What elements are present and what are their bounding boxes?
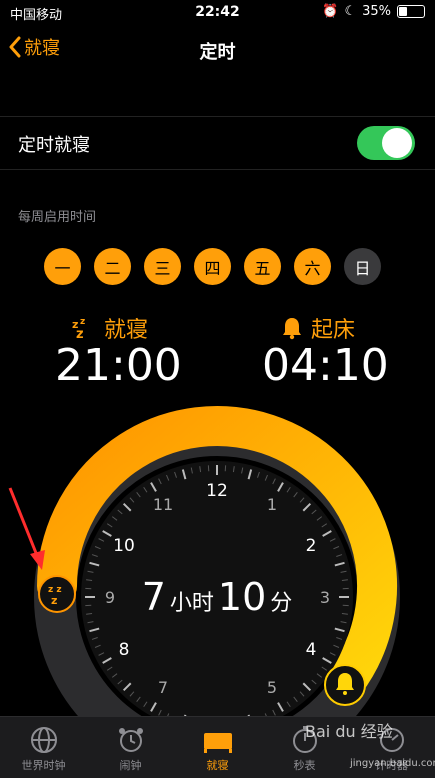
tab-bedtime-label: 就寝 (207, 759, 229, 772)
day-sunday[interactable]: 日 (344, 248, 381, 285)
toggle-knob (382, 128, 412, 158)
day-thursday[interactable]: 四 (194, 248, 231, 285)
section-title: 每周启用时间 (18, 206, 96, 225)
day-tuesday[interactable]: 二 (94, 248, 131, 285)
battery-icon (397, 5, 425, 18)
clock-number-11: 11 (153, 495, 173, 514)
tab-stopwatch-label: 秒表 (294, 759, 316, 772)
watermark-url: jingyan.baidu.com (350, 758, 435, 769)
clock-number-3: 3 (320, 588, 330, 607)
duration-minutes: 10 (218, 575, 266, 619)
schedule-label: 定时就寝 (18, 131, 90, 157)
clock-number-10: 10 (113, 536, 135, 556)
duration-minutes-unit: 分 (270, 591, 292, 616)
watermark-brand: Bai du 经验 (305, 718, 393, 742)
annotation-arrow (10, 488, 45, 570)
duration-hours: 7 (142, 575, 166, 619)
schedule-row: 定时就寝 (0, 116, 435, 170)
day-friday[interactable]: 五 (244, 248, 281, 285)
clock-number-7: 7 (158, 678, 168, 697)
bell-icon (281, 316, 303, 340)
bed-icon (201, 725, 235, 755)
clock-number-9: 9 (105, 588, 115, 607)
bedtime-time[interactable]: 21:00 (55, 340, 182, 391)
clock-number-5: 5 (267, 678, 277, 697)
status-right: ⏰ ☾ 35% (322, 4, 425, 19)
tab-world-clock[interactable]: 世界时钟 (0, 717, 87, 778)
moon-icon: ☾ (344, 4, 356, 19)
schedule-toggle[interactable] (357, 126, 415, 160)
wake-time[interactable]: 04:10 (262, 340, 389, 391)
day-saturday[interactable]: 六 (294, 248, 331, 285)
alarm-status-icon: ⏰ (322, 4, 338, 19)
navigation-bar: 就寝 定时 (0, 26, 435, 74)
svg-text:z: z (76, 327, 84, 340)
wake-handle[interactable] (325, 665, 365, 705)
globe-icon (29, 725, 59, 755)
clock-number-4: 4 (306, 640, 317, 660)
day-wednesday[interactable]: 三 (144, 248, 181, 285)
tab-alarm[interactable]: 闹钟 (87, 717, 174, 778)
zzz-icon: z z z (72, 316, 96, 340)
tab-bedtime[interactable]: 就寝 (174, 717, 261, 778)
sleep-clock-dial: 12 1 2 3 4 5 7 8 9 10 11 7小时10分 z z z (0, 390, 435, 720)
svg-text:z: z (51, 594, 57, 607)
day-monday[interactable]: 一 (44, 248, 81, 285)
day-selector: 一 二 三 四 五 六 日 (44, 248, 381, 285)
clock-number-8: 8 (119, 640, 130, 660)
clock-number-1: 1 (267, 495, 277, 514)
clock-number-2: 2 (306, 536, 317, 556)
duration-hours-unit: 小时 (170, 591, 214, 616)
page-title: 定时 (0, 38, 435, 64)
clock-number-12: 12 (206, 481, 228, 501)
bedtime-handle[interactable]: z z z (39, 576, 75, 612)
tab-alarm-label: 闹钟 (120, 759, 142, 772)
alarm-clock-icon (116, 725, 146, 755)
tab-world-clock-label: 世界时钟 (22, 759, 66, 772)
battery-percent: 35% (362, 4, 391, 19)
status-bar: 中国移动 22:42 ⏰ ☾ 35% (0, 0, 435, 26)
svg-text:z: z (80, 317, 85, 327)
